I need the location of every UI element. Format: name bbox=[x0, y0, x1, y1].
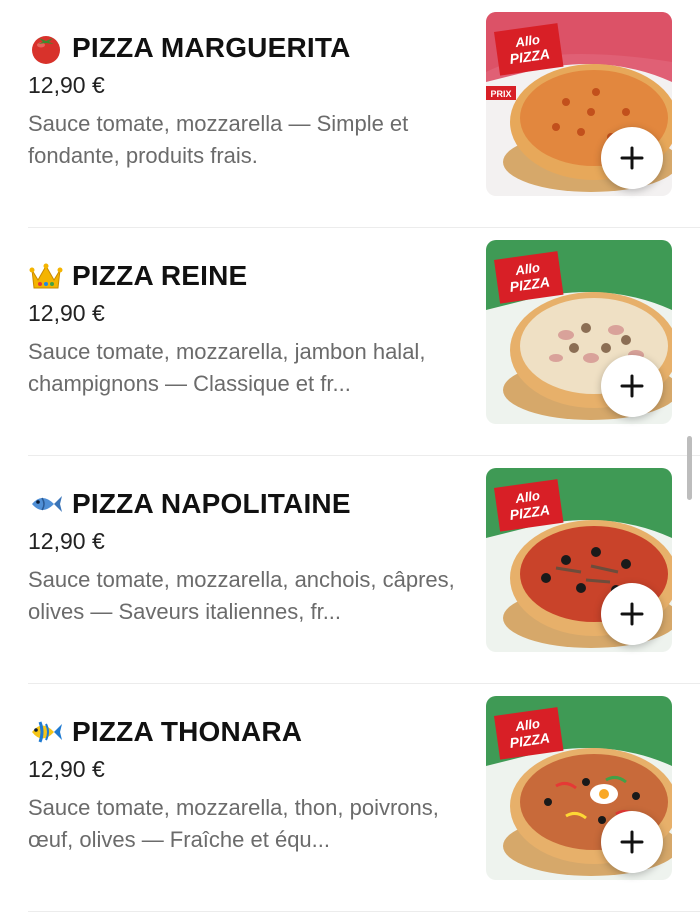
tropical-fish-icon bbox=[32, 721, 62, 743]
menu-item[interactable]: PIZZA THONARA 12,90 € Sauce tomate, mozz… bbox=[0, 684, 700, 912]
item-description: Sauce tomate, mozzarella, thon, poivrons… bbox=[28, 795, 439, 852]
item-description: Sauce tomate, mozzarella, anchois, câpre… bbox=[28, 567, 455, 624]
item-price: 12,90 € bbox=[28, 300, 105, 326]
plus-icon bbox=[620, 830, 644, 854]
item-name: PIZZA MARGUERITA bbox=[72, 32, 351, 63]
menu-item[interactable]: PIZZA NAPOLITAINE 12,90 € Sauce tomate, … bbox=[0, 456, 700, 684]
item-title: PIZZA NAPOLITAINE bbox=[28, 486, 351, 522]
menu-item[interactable]: PIZZA REINE 12,90 € Sauce tomate, mozzar… bbox=[0, 228, 700, 456]
add-button[interactable] bbox=[601, 355, 663, 417]
item-title: PIZZA THONARA bbox=[28, 714, 302, 750]
add-button[interactable] bbox=[601, 811, 663, 873]
item-name: PIZZA REINE bbox=[72, 260, 248, 291]
scrollbar[interactable] bbox=[687, 436, 692, 500]
plus-icon bbox=[620, 146, 644, 170]
item-name: PIZZA THONARA bbox=[72, 716, 303, 747]
plus-icon bbox=[620, 602, 644, 626]
item-name: PIZZA NAPOLITAINE bbox=[72, 488, 351, 519]
item-title: PIZZA REINE bbox=[28, 258, 247, 294]
crown-icon bbox=[29, 263, 63, 289]
item-description: Sauce tomate, mozzarella, jambon halal, … bbox=[28, 339, 426, 396]
tomato-icon bbox=[32, 36, 60, 64]
item-description: Sauce tomate, mozzarella — Simple et fon… bbox=[28, 111, 409, 168]
add-button[interactable] bbox=[601, 583, 663, 645]
svg-text:PRIX: PRIX bbox=[490, 89, 511, 99]
plus-icon bbox=[620, 374, 644, 398]
item-price: 12,90 € bbox=[28, 756, 105, 782]
add-button[interactable] bbox=[601, 127, 663, 189]
fish-icon bbox=[32, 496, 62, 512]
item-price: 12,90 € bbox=[28, 528, 105, 554]
menu-item[interactable]: PIZZA MARGUERITA 12,90 € Sauce tomate, m… bbox=[0, 0, 700, 228]
item-title: PIZZA MARGUERITA bbox=[28, 30, 351, 66]
item-price: 12,90 € bbox=[28, 72, 105, 98]
